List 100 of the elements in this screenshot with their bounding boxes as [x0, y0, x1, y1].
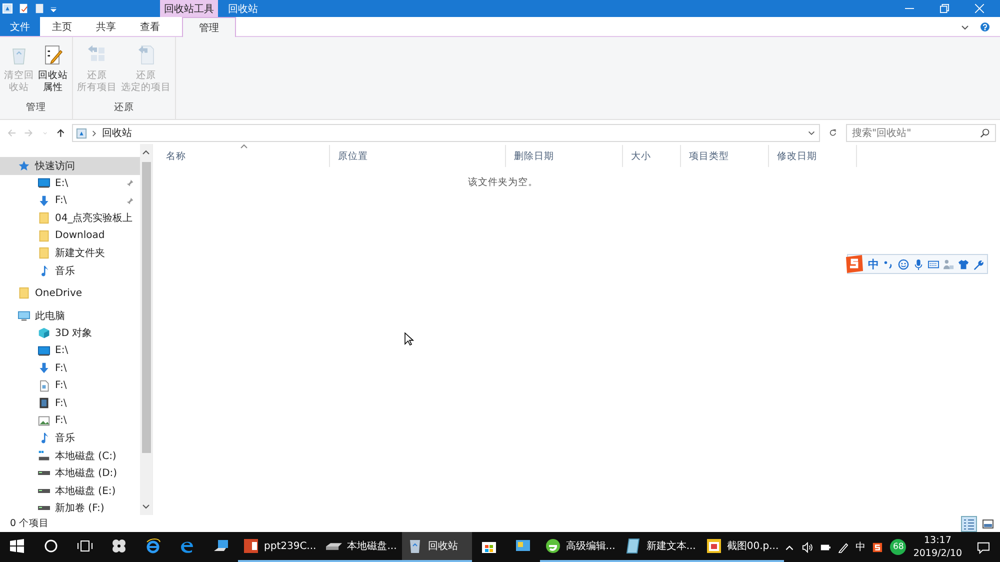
clock[interactable]: 13:17 2019/2/10 — [913, 534, 962, 560]
ribbon-button[interactable]: 回收站 属性 — [36, 41, 70, 101]
monitor-icon — [38, 344, 50, 357]
sidebar-item[interactable]: E:\ — [0, 342, 140, 360]
sidebar-item[interactable]: 3D 对象 — [0, 324, 140, 342]
restore-icon[interactable] — [940, 4, 949, 13]
scroll-up-icon[interactable] — [142, 149, 150, 157]
drive-icon — [38, 506, 50, 510]
column-header[interactable]: 项目类型 — [681, 145, 769, 167]
sidebar-item[interactable]: Download — [0, 227, 140, 244]
sidebar-item[interactable]: 此电脑 — [0, 307, 140, 324]
document-icon — [38, 380, 50, 392]
sidebar-item[interactable]: F:\ — [0, 394, 140, 412]
address-bar[interactable]: 回收站 — [72, 124, 820, 142]
cube-icon — [38, 327, 50, 340]
sidebar-item[interactable]: F:\ — [0, 192, 140, 210]
group-label: 还原 — [114, 101, 134, 115]
notification-icon[interactable] — [977, 540, 990, 554]
ribbon-tab[interactable]: 管理 — [182, 17, 236, 37]
scrollbar[interactable] — [140, 144, 152, 515]
presentation-app-icon — [243, 538, 259, 554]
column-header[interactable]: 大小 — [623, 145, 681, 167]
up-arrow-icon[interactable] — [56, 127, 66, 139]
context-tab-group: 回收站工具 — [160, 0, 218, 17]
drive-icon — [326, 542, 342, 550]
help-icon[interactable] — [980, 22, 990, 32]
taskbar-button[interactable]: 回收站 — [402, 532, 472, 562]
taskbar-button[interactable]: ppt239C... — [238, 532, 322, 562]
column-header[interactable]: 名称 — [158, 145, 330, 167]
punctuation-icon[interactable] — [883, 258, 894, 270]
system-drive-icon — [38, 450, 50, 462]
sidebar-item[interactable]: 新加卷 (F:) — [0, 500, 140, 515]
scrollbar-thumb[interactable] — [142, 162, 150, 453]
s-logo-icon[interactable] — [872, 542, 884, 552]
folder-icon — [18, 287, 30, 300]
film-icon — [38, 397, 50, 410]
download-arrow-icon — [38, 194, 50, 207]
drive-icon — [38, 471, 50, 476]
speaker-icon[interactable] — [802, 542, 813, 552]
browser-e-icon — [145, 538, 161, 554]
folder-icon — [38, 247, 50, 260]
folder-icon — [38, 230, 50, 242]
sidebar-item[interactable]: OneDrive — [0, 284, 140, 302]
sidebar-item[interactable]: 本地磁盘 (E:) — [0, 482, 140, 500]
sidebar-item[interactable]: 本地磁盘 (D:) — [0, 464, 140, 482]
document-icon — [34, 3, 45, 14]
taskbar-button[interactable]: 截图00.p... — [700, 532, 784, 562]
task-view-icon — [77, 538, 93, 554]
keyboard-icon[interactable] — [928, 258, 939, 270]
monitor-icon — [38, 177, 50, 190]
dropdown-caret-icon — [50, 5, 57, 12]
taskbar-button[interactable]: 高级编辑... — [540, 532, 620, 562]
empty-folder-message: 该文件夹为空。 — [467, 176, 539, 189]
refresh-icon[interactable] — [829, 128, 837, 138]
scroll-down-icon[interactable] — [142, 502, 150, 510]
close-icon[interactable] — [975, 4, 984, 13]
sidebar-item[interactable]: F:\ — [0, 360, 140, 377]
drive-icon — [38, 488, 50, 493]
details-view-icon[interactable] — [961, 516, 977, 532]
notepad-icon — [625, 538, 642, 554]
download-arrow-icon — [38, 362, 50, 374]
sidebar-item[interactable]: 本地磁盘 (C:) — [0, 447, 140, 464]
item-count: 0 个项目 — [10, 517, 50, 530]
shirt-icon[interactable] — [958, 258, 969, 270]
column-header[interactable]: 原位置 — [330, 145, 506, 167]
search-field[interactable]: 搜索"回收站" — [846, 124, 996, 142]
pen-icon[interactable] — [838, 542, 848, 552]
properties-icon — [18, 3, 29, 14]
wrench-icon[interactable] — [973, 258, 984, 270]
file-menu-tab[interactable]: 文件 — [0, 17, 40, 36]
image-app-icon — [706, 538, 722, 554]
input-mode-toggle[interactable]: 中 — [868, 256, 879, 272]
fan-icon — [111, 538, 127, 554]
column-header[interactable]: 修改日期 — [769, 145, 857, 167]
microphone-icon[interactable] — [913, 258, 924, 270]
sidebar-item[interactable]: F:\ — [0, 377, 140, 394]
search-icon — [43, 538, 59, 554]
sidebar-item[interactable]: E:\ — [0, 174, 140, 192]
sidebar-item[interactable]: 快速访问 — [0, 157, 140, 174]
e-logo-icon — [544, 538, 561, 554]
search-icon — [980, 128, 990, 138]
dropdown-caret-icon[interactable] — [807, 128, 816, 138]
sidebar-item[interactable]: 04_点亮实验板上 — [0, 210, 140, 227]
picture-file-icon — [38, 414, 50, 427]
window-title: 回收站 — [227, 2, 259, 16]
computer-icon — [213, 538, 229, 554]
input-language[interactable]: 中 — [855, 540, 866, 554]
sidebar-item[interactable]: 音乐 — [0, 262, 140, 280]
sidebar-item[interactable]: 新建文件夹 — [0, 244, 140, 262]
smiley-icon[interactable] — [898, 258, 909, 270]
sidebar-item[interactable]: 音乐 — [0, 430, 140, 447]
column-header[interactable]: 删除日期 — [506, 145, 623, 167]
computer-icon — [18, 310, 30, 322]
pin-icon — [126, 179, 134, 188]
sidebar-item[interactable]: F:\ — [0, 412, 140, 430]
folder-icon — [38, 212, 50, 224]
taskbar-button[interactable]: 新建文本... — [620, 532, 701, 562]
windows-logo-icon — [9, 538, 25, 554]
chevron-icon — [92, 130, 98, 136]
mouse-cursor-icon — [404, 332, 414, 346]
